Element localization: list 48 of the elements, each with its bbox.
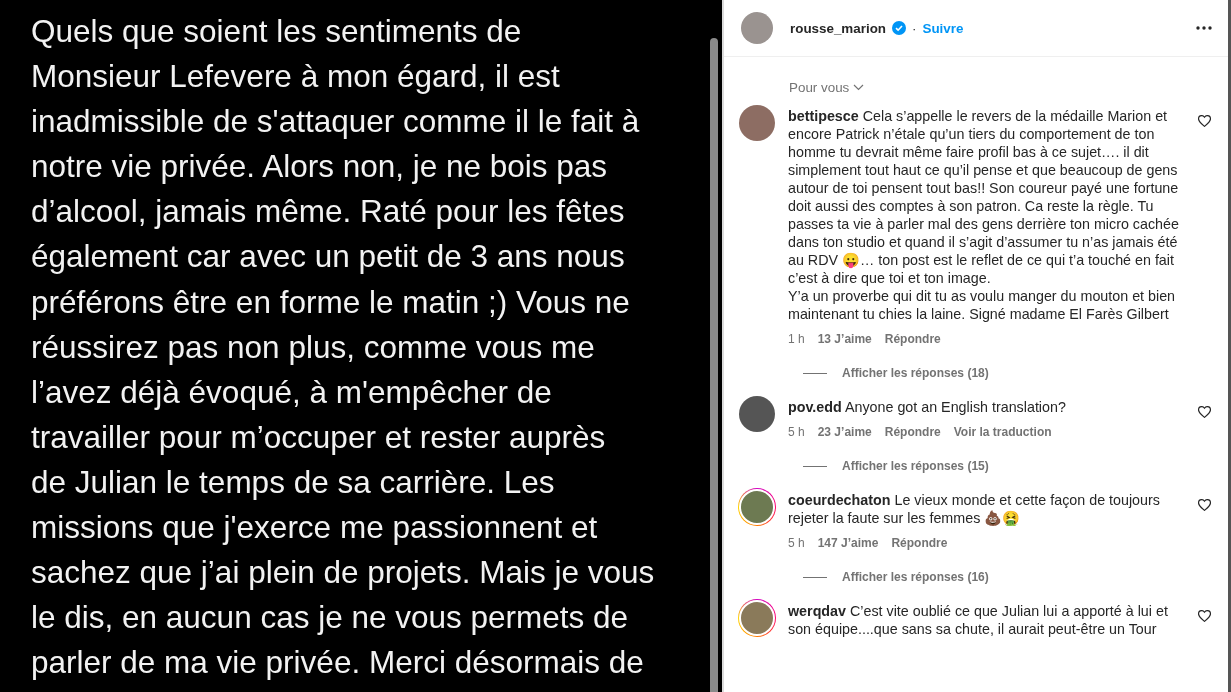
reply-link[interactable]: Répondre [884, 332, 941, 346]
reply-link[interactable]: Répondre [891, 536, 948, 550]
comment-text: coeurdechaton Le vieux monde et cette façon de toujours rejeter la faute sur les femmes 💩🤮 [788, 491, 1161, 527]
post-text-line: notre vie privée. Alors non, je ne bois pas [31, 147, 609, 187]
post-text-line: inadmissible de s'attaquer comme il le fait à [31, 102, 641, 142]
view-replies-link[interactable]: Afficher les réponses (18) [842, 366, 989, 380]
avatar-ring[interactable] [738, 395, 776, 433]
follow-link[interactable]: Suivre [922, 20, 964, 36]
post-text-line: parler de ma vie privée. Merci désormais de [31, 643, 645, 683]
post-text-line: travailler pour m’occuper et rester auprès [31, 417, 607, 457]
post-text-line: le dis, en aucun cas je ne vous permets de [31, 598, 630, 638]
avatar-ring[interactable] [738, 488, 776, 526]
like-count[interactable]: 13 J’aime [817, 332, 872, 346]
translation-link[interactable]: Voir la traduction [953, 425, 1052, 439]
comment-time: 5 h [788, 536, 805, 550]
chevron-down-icon[interactable] [853, 84, 865, 91]
more-options-icon[interactable] [1196, 26, 1212, 30]
comment-time: 1 h [788, 332, 805, 346]
comment-time: 5 h [788, 425, 805, 439]
heart-icon[interactable] [1198, 406, 1211, 418]
like-count[interactable]: 147 J’aime [817, 536, 879, 550]
post-text-line: missions que j'exerce me passionnent et [31, 508, 599, 548]
comment-text: bettipesce Cela s’appelle le revers de la médaille Marion et encore Patrick n’étale qu’un tiers du comportement de ton homme tu devrait même faire profil bas à ce sujet…. il dit simplement tout haut ce qu’il pense et que beaucoup de gens autour de toi pensent tout bas!! Son coureur payé une fortune doit aussi des comptes à son patron. Ca reste la règle. Tu passes ta vie à parler mal des gens derrière ton micro cachée dans ton studio et quand il s’agit d’assumer tu n’as jamais été au RDV 😛… ton post est le reflet de ce qui t’a touché en fait c’est à dire que toi et ton image. Y’a un proverbe qui dit tu as voulu manger du mouton et bien maintenant tu chies la laine. Signé madame El Farès Gilbert [788, 107, 1180, 323]
scrollbar[interactable] [710, 38, 718, 692]
heart-icon[interactable] [1198, 499, 1211, 511]
post-text-line: réussirez pas non plus, comme vous me [31, 327, 596, 367]
separator-dot: · [912, 20, 917, 36]
post-text-line: Quels que soient les sentiments de [31, 12, 523, 51]
post-text-line: Monsieur Lefevere à mon égard, il est [31, 57, 561, 97]
comment-text: pov.edd Anyone got an English translation? [788, 398, 1067, 416]
avatar-circle[interactable] [741, 12, 773, 44]
avatar-ring[interactable] [738, 104, 776, 142]
sort-label[interactable]: Pour vous [789, 80, 850, 95]
reply-link[interactable]: Répondre [884, 425, 941, 439]
heart-icon[interactable] [1198, 115, 1211, 127]
post-text-line: sachez que j’ai plein de projets. Mais je vous [31, 553, 656, 593]
heart-icon[interactable] [1198, 610, 1211, 622]
comment-text: werqdav C’est vite oublié ce que Julian lui a apporté à lui et son équipe....que sans sa chute, il aurait peut-être un Tour [788, 602, 1169, 638]
post-text-line: également car avec un petit de 3 ans nous [31, 237, 626, 277]
post-text-line: l’avez déjà évoqué, à m'empêcher de [31, 372, 553, 412]
view-replies-link[interactable]: Afficher les réponses (16) [842, 570, 989, 584]
view-replies-link[interactable]: Afficher les réponses (15) [842, 459, 989, 473]
post-text-line: préférons être en forme le matin ;) Vous ne [31, 282, 631, 322]
like-count[interactable]: 23 J’aime [817, 425, 872, 439]
username[interactable]: rousse_marion [790, 20, 886, 36]
post-text-line: de Julian le temps de sa carrière. Les [31, 462, 556, 502]
avatar-ring[interactable] [738, 599, 776, 637]
post-text-line: d’alcool, jamais même. Raté pour les fêtes [31, 192, 626, 232]
